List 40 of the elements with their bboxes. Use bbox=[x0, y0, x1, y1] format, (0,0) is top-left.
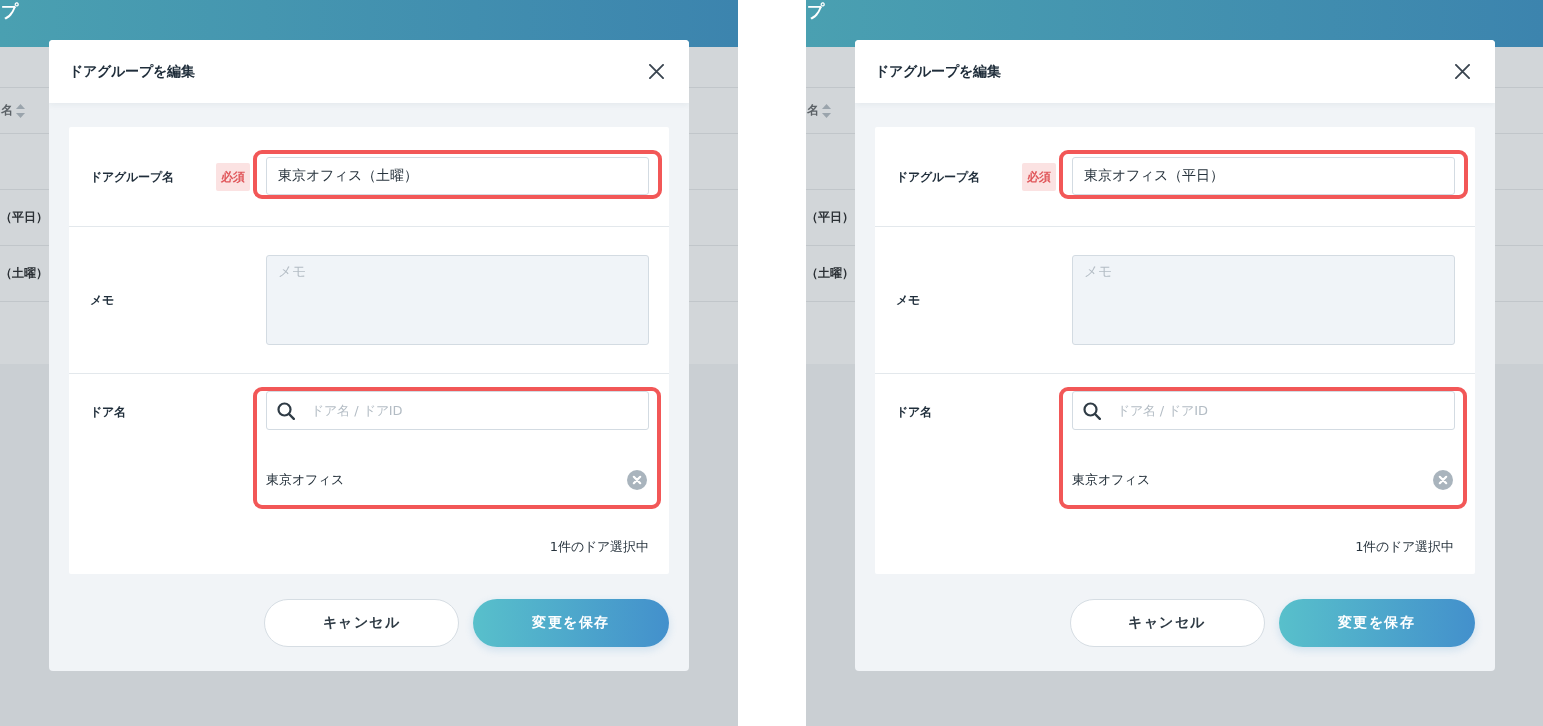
table-cell: （土曜） bbox=[0, 265, 48, 282]
dialog-title: ドアグループを編集 bbox=[69, 62, 195, 81]
search-field[interactable]: ドア名 / ドアID bbox=[1071, 391, 1455, 430]
selected-door: 東京オフィス bbox=[1071, 471, 1150, 489]
close-icon[interactable] bbox=[1454, 64, 1470, 79]
search-icon bbox=[277, 401, 295, 420]
page-title: プ bbox=[805, 0, 824, 21]
field-label: ドア名 bbox=[90, 404, 126, 421]
column-header[interactable]: 名 bbox=[0, 102, 13, 119]
memo-field[interactable]: メモ bbox=[1071, 255, 1455, 345]
table-cell: （平日） bbox=[805, 209, 854, 226]
field-label: メモ bbox=[90, 292, 114, 309]
search-icon bbox=[1082, 401, 1101, 420]
cancel-button[interactable]: キャンセル bbox=[264, 599, 459, 647]
field-label: ドア名 bbox=[895, 404, 932, 421]
selected-door: 東京オフィス bbox=[266, 471, 344, 489]
text-input[interactable]: 東京オフィス（平日） bbox=[1071, 157, 1455, 195]
required-badge: 必須 bbox=[1021, 162, 1056, 191]
search-input[interactable]: ドア名 / ドアID bbox=[1116, 403, 1417, 418]
search-input[interactable]: ドア名 / ドアID bbox=[311, 403, 611, 418]
field-label: ドアグループ名 bbox=[895, 168, 980, 186]
clear-icon[interactable] bbox=[627, 470, 647, 490]
page-title: プ bbox=[0, 0, 18, 21]
memo-field[interactable]: メモ bbox=[266, 255, 649, 345]
clear-icon[interactable] bbox=[1432, 470, 1453, 490]
field-label: メモ bbox=[895, 292, 920, 309]
search-field[interactable]: ドア名 / ドアID bbox=[266, 391, 649, 430]
column-header[interactable]: 名 bbox=[805, 102, 819, 119]
table-cell: （土曜） bbox=[805, 265, 854, 282]
selection-count: 1件のドア選択中 bbox=[1355, 539, 1455, 554]
sort-icon[interactable] bbox=[821, 103, 831, 118]
field-label: ドアグループ名 bbox=[90, 168, 174, 186]
close-icon[interactable] bbox=[649, 64, 664, 79]
table-cell: （平日） bbox=[0, 209, 48, 226]
dialog-title: ドアグループを編集 bbox=[874, 62, 1001, 81]
selection-count: 1件のドア選択中 bbox=[549, 539, 649, 554]
cancel-button[interactable]: キャンセル bbox=[1069, 599, 1265, 647]
sort-icon[interactable] bbox=[16, 103, 25, 118]
text-input[interactable]: 東京オフィス（土曜） bbox=[266, 157, 649, 195]
required-badge: 必須 bbox=[216, 162, 250, 191]
